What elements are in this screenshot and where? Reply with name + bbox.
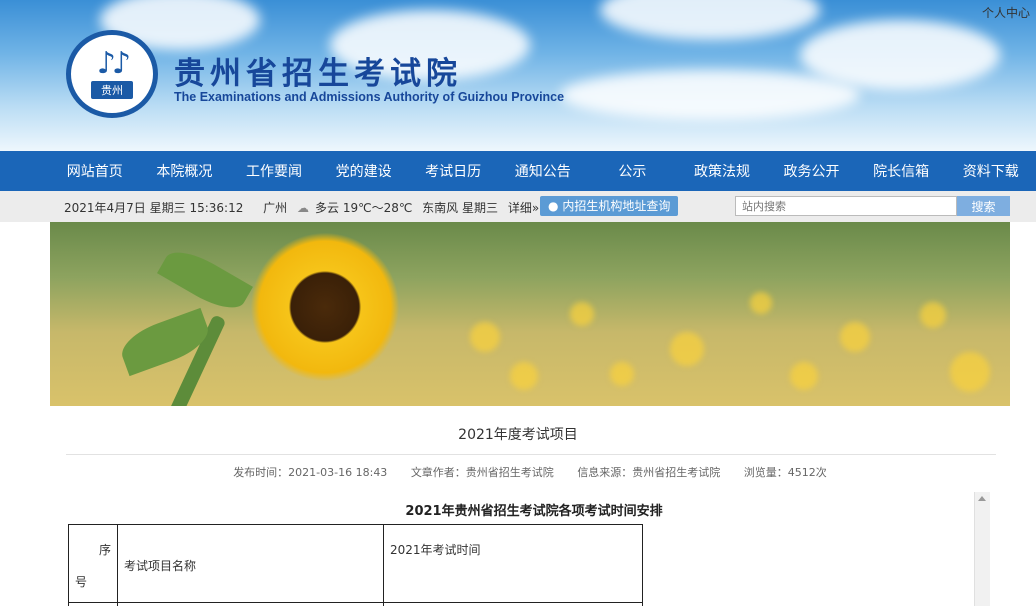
cloud-decoration [560, 70, 860, 120]
nav-item-home[interactable]: 网站首页 [50, 161, 140, 181]
bokeh-dot [790, 362, 818, 390]
nav-item-about[interactable]: 本院概况 [140, 161, 230, 181]
article-source: 信息来源：贵州省招生考试院 [577, 466, 721, 479]
table-header-row: 序 号 考试项目名称 2021年考试时间 [68, 524, 643, 603]
table-row [68, 602, 643, 606]
site-title-cn: 贵州省招生考试院 [174, 56, 462, 92]
location-pin-icon: ● [548, 199, 559, 213]
site-logo[interactable]: ♪♪ 贵州 [66, 30, 158, 118]
institution-address-query-button[interactable]: ● 内招生机构地址查询 [540, 196, 679, 216]
nav-item-notices[interactable]: 通知公告 [498, 161, 588, 181]
exam-schedule-table: 序 号 考试项目名称 2021年考试时间 [68, 524, 643, 606]
datetime-text: 2021年4月7日 星期三 15:36:12 [64, 201, 244, 215]
bokeh-dot [570, 302, 594, 326]
site-title-en: The Examinations and Admissions Authorit… [174, 90, 565, 104]
bokeh-dot [510, 362, 538, 390]
weather-text: 多云 19℃～28℃ [315, 201, 413, 215]
weather-icon: ☁ [297, 201, 310, 215]
nav-item-publicity[interactable]: 公示 [588, 161, 678, 181]
nav-item-gov-affairs[interactable]: 政务公开 [767, 161, 857, 181]
info-bar: 2021年4月7日 星期三 15:36:12 广州 ☁ 多云 19℃～28℃ 东南… [0, 191, 1036, 222]
search-button[interactable]: 搜索 [957, 196, 1010, 216]
nav-item-party[interactable]: 党的建设 [319, 161, 409, 181]
main-nav: 网站首页 本院概况 工作要闻 党的建设 考试日历 通知公告 公示 政策法规 政务… [0, 151, 1036, 191]
header-index-cell: 序 号 [68, 524, 118, 603]
article-title: 2021年度考试项目 [458, 427, 578, 443]
header-index-top: 序 [98, 543, 111, 557]
scroll-up-icon[interactable] [978, 496, 986, 501]
personal-center-link[interactable]: 个人中心 [982, 4, 1030, 21]
header-exam-name: 考试项目名称 [117, 524, 384, 603]
nav-item-mailbox[interactable]: 院长信箱 [856, 161, 946, 181]
site-search-input[interactable] [735, 196, 957, 216]
nav-item-downloads[interactable]: 资料下载 [946, 161, 1036, 181]
logo-label: 贵州 [91, 81, 133, 99]
date-weather-info: 2021年4月7日 星期三 15:36:12 广州 ☁ 多云 19℃～28℃ 东南… [64, 199, 539, 216]
bokeh-dot [950, 352, 990, 392]
article-author: 文章作者：贵州省招生考试院 [410, 466, 554, 479]
bokeh-dot [470, 322, 500, 352]
site-header: ♪♪ 贵州 贵州省招生考试院 The Examinations and Admi… [0, 0, 1036, 151]
content-title: 2021年贵州省招生考试院各项考试时间安排 [405, 504, 663, 519]
table-cell [117, 602, 384, 606]
cloud-decoration [600, 0, 820, 40]
logo-glyph-icon: ♪♪ [96, 46, 131, 81]
header-index-bottom: 号 [75, 575, 88, 589]
weather-detail-link[interactable]: 详细» [508, 201, 539, 215]
bokeh-dot [840, 322, 870, 352]
view-count: 浏览量：4512次 [743, 466, 827, 479]
article-meta: 发布时间：2021-03-16 18:43 文章作者：贵州省招生考试院 信息来源… [0, 464, 1036, 480]
sunflower-banner-image [50, 222, 1010, 406]
sunflower-icon [250, 232, 400, 382]
bokeh-dot [750, 292, 772, 314]
bokeh-dot [920, 302, 946, 328]
table-cell [383, 602, 643, 606]
nav-item-policy[interactable]: 政策法规 [677, 161, 767, 181]
institution-address-query-label: 内招生机构地址查询 [562, 199, 671, 213]
publish-time: 发布时间：2021-03-16 18:43 [233, 466, 388, 479]
nav-item-calendar[interactable]: 考试日历 [408, 161, 498, 181]
bokeh-dot [670, 332, 704, 366]
table-cell [68, 602, 118, 606]
city-text: 广州 [263, 201, 288, 215]
header-exam-time: 2021年考试时间 [383, 524, 643, 603]
content-scrollbar[interactable] [974, 492, 990, 606]
bokeh-dot [610, 362, 634, 386]
sunflower-leaf [157, 241, 253, 319]
title-divider [66, 454, 996, 455]
nav-item-news[interactable]: 工作要闻 [229, 161, 319, 181]
wind-text: 东南风 星期三 [422, 201, 498, 215]
